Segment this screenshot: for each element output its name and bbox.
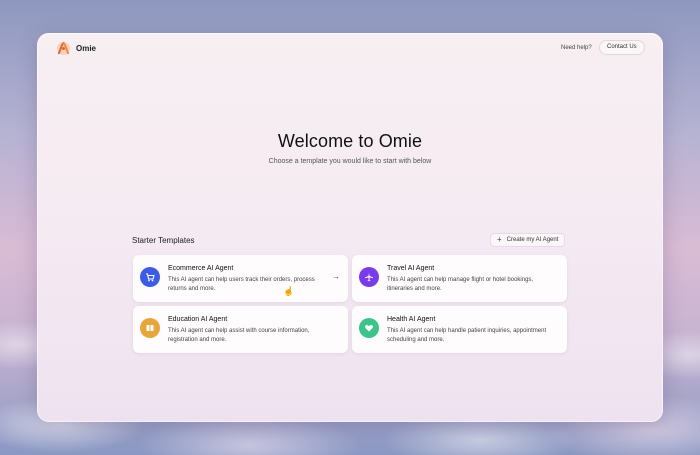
- cart-icon: [140, 267, 160, 287]
- top-bar: Omie Need help? Contact Us: [37, 33, 663, 63]
- plus-icon: +: [497, 235, 502, 244]
- template-card-education[interactable]: Education AI Agent This AI agent can hel…: [133, 306, 348, 353]
- card-description: This AI agent can help manage flight or …: [387, 277, 534, 292]
- card-title: Ecommerce AI Agent: [168, 265, 234, 272]
- template-card-health[interactable]: Health AI Agent This AI agent can help h…: [352, 306, 567, 353]
- contact-us-button[interactable]: Contact Us: [599, 40, 645, 55]
- brand[interactable]: Omie: [56, 41, 96, 56]
- card-description: This AI agent can help users track their…: [168, 277, 315, 292]
- template-card-ecommerce[interactable]: Ecommerce AI Agent This AI agent can hel…: [133, 255, 348, 302]
- card-title: Travel AI Agent: [387, 265, 435, 272]
- page-subtitle: Choose a template you would like to star…: [268, 158, 432, 165]
- book-icon: [140, 318, 160, 338]
- hand-cursor-icon: ☝: [283, 286, 295, 296]
- heart-icon: [359, 318, 379, 338]
- template-card-travel[interactable]: Travel AI Agent This AI agent can help m…: [352, 255, 567, 302]
- card-title: Education AI Agent: [168, 316, 228, 323]
- app-window: Omie Need help? Contact Us Welcome to Om…: [37, 33, 663, 422]
- airplane-icon: [359, 267, 379, 287]
- arrow-right-icon: →: [332, 272, 340, 281]
- create-agent-button[interactable]: + Create my AI Agent: [490, 233, 566, 247]
- card-title: Health AI Agent: [387, 316, 436, 323]
- section-title: Starter Templates: [132, 236, 195, 245]
- page-title: Welcome to Omie: [277, 131, 423, 151]
- need-help-link[interactable]: Need help?: [561, 45, 592, 51]
- omie-logo-icon: [56, 41, 71, 56]
- card-description: This AI agent can help assist with cours…: [168, 328, 310, 343]
- brand-name: Omie: [76, 44, 97, 53]
- create-agent-label: Create my AI Agent: [506, 237, 559, 243]
- card-description: This AI agent can help handle patient in…: [387, 328, 547, 343]
